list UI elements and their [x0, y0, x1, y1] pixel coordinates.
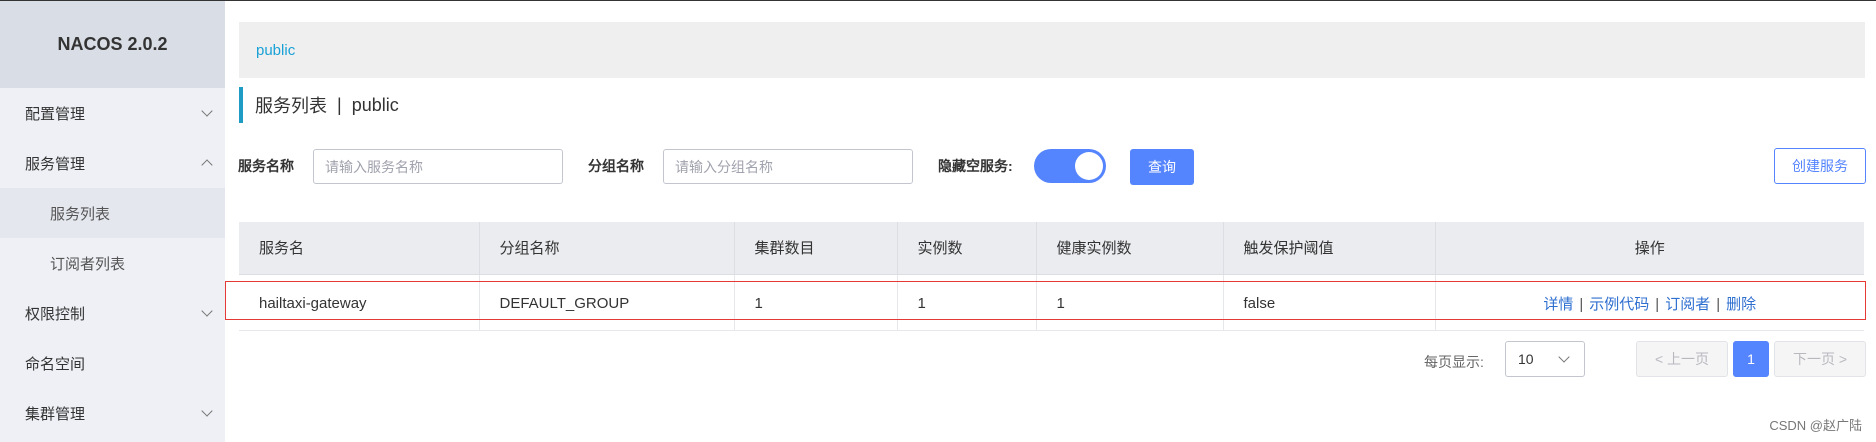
chevron-down-icon — [201, 305, 213, 317]
column-header: 健康实例数 — [1036, 222, 1224, 275]
service-table: 服务名 分组名称 集群数目 实例数 健康实例数 触发保护阈值 操作 hailta… — [239, 222, 1864, 331]
chevron-up-icon — [201, 159, 213, 171]
column-header: 集群数目 — [734, 222, 898, 275]
watermark: CSDN @赵广陆 — [1769, 418, 1862, 433]
page-title: 服务列表 | public — [239, 87, 399, 123]
sidebar-item-service-list[interactable]: 服务列表 — [0, 188, 225, 238]
sidebar-item-label: 集群管理 — [25, 405, 86, 423]
chevron-down-icon — [201, 405, 213, 417]
next-page-button[interactable]: 下一页 > — [1774, 341, 1866, 377]
service-name-input[interactable] — [313, 149, 563, 184]
action-separator: | — [1716, 296, 1721, 314]
page-title-text: 服务列表 — [255, 96, 327, 116]
page-size-select[interactable]: 10 — [1505, 341, 1585, 377]
cell-healthy-count: 1 — [1036, 278, 1224, 331]
filter-bar: 服务名称 分组名称 隐藏空服务: 查询 创建服务 — [238, 148, 1868, 185]
delete-link[interactable]: 删除 — [1726, 296, 1756, 313]
cell-instance-count: 1 — [897, 278, 1037, 331]
chevron-down-icon — [1558, 351, 1570, 363]
cell-actions: 详情 | 示例代码 | 订阅者 | 删除 — [1435, 278, 1864, 331]
sidebar-item-label: 订阅者列表 — [50, 255, 126, 273]
page-size-value: 10 — [1518, 351, 1534, 367]
sidebar-item-label: 配置管理 — [25, 105, 86, 123]
action-separator: | — [1579, 296, 1584, 314]
sidebar: NACOS 2.0.2 配置管理 服务管理 服务列表 订阅者列表 权限控制 命名… — [0, 1, 225, 442]
cell-cluster-count: 1 — [734, 278, 898, 331]
sidebar-item-namespace[interactable]: 命名空间 — [0, 338, 225, 388]
hide-empty-toggle[interactable] — [1034, 149, 1106, 183]
title-separator: | — [337, 94, 342, 115]
page-title-namespace: public — [351, 94, 399, 115]
namespace-link[interactable]: public — [256, 42, 295, 59]
group-name-input[interactable] — [663, 149, 913, 184]
current-page-button[interactable]: 1 — [1733, 341, 1769, 377]
query-button[interactable]: 查询 — [1130, 149, 1194, 185]
sample-code-link[interactable]: 示例代码 — [1589, 296, 1649, 313]
sidebar-item-label: 服务列表 — [50, 205, 111, 223]
details-link[interactable]: 详情 — [1543, 296, 1573, 313]
table-row: hailtaxi-gateway DEFAULT_GROUP 1 1 1 fal… — [239, 278, 1864, 331]
app-logo: NACOS 2.0.2 — [0, 1, 225, 88]
service-name-label: 服务名称 — [238, 158, 294, 174]
column-header: 触发保护阈值 — [1223, 222, 1436, 275]
column-header: 服务名 — [239, 222, 480, 275]
namespace-bar: public — [239, 22, 1865, 78]
column-header: 分组名称 — [479, 222, 735, 275]
sidebar-item-label: 命名空间 — [25, 355, 86, 373]
create-service-button[interactable]: 创建服务 — [1774, 148, 1866, 184]
chevron-down-icon — [201, 105, 213, 117]
sidebar-item-config-management[interactable]: 配置管理 — [0, 88, 225, 138]
toggle-knob — [1075, 152, 1103, 180]
window-top-border — [0, 0, 1876, 1]
cell-protect-threshold: false — [1223, 278, 1436, 331]
action-separator: | — [1655, 296, 1660, 314]
table-header-row: 服务名 分组名称 集群数目 实例数 健康实例数 触发保护阈值 操作 — [239, 222, 1864, 275]
hide-empty-label: 隐藏空服务: — [938, 158, 1013, 174]
cell-service-name: hailtaxi-gateway — [239, 278, 480, 331]
group-name-label: 分组名称 — [588, 158, 644, 174]
sidebar-item-subscriber-list[interactable]: 订阅者列表 — [0, 238, 225, 288]
page-size-label: 每页显示: — [1424, 354, 1484, 370]
sidebar-item-label: 权限控制 — [25, 305, 86, 323]
subscribers-link[interactable]: 订阅者 — [1665, 296, 1710, 313]
cell-group-name: DEFAULT_GROUP — [479, 278, 735, 331]
sidebar-item-label: 服务管理 — [25, 155, 86, 173]
sidebar-item-access-control[interactable]: 权限控制 — [0, 288, 225, 338]
prev-page-button[interactable]: < 上一页 — [1636, 341, 1728, 377]
column-header: 实例数 — [897, 222, 1037, 275]
column-header: 操作 — [1435, 222, 1864, 275]
sidebar-item-service-management[interactable]: 服务管理 — [0, 138, 225, 188]
sidebar-item-cluster-management[interactable]: 集群管理 — [0, 388, 225, 438]
